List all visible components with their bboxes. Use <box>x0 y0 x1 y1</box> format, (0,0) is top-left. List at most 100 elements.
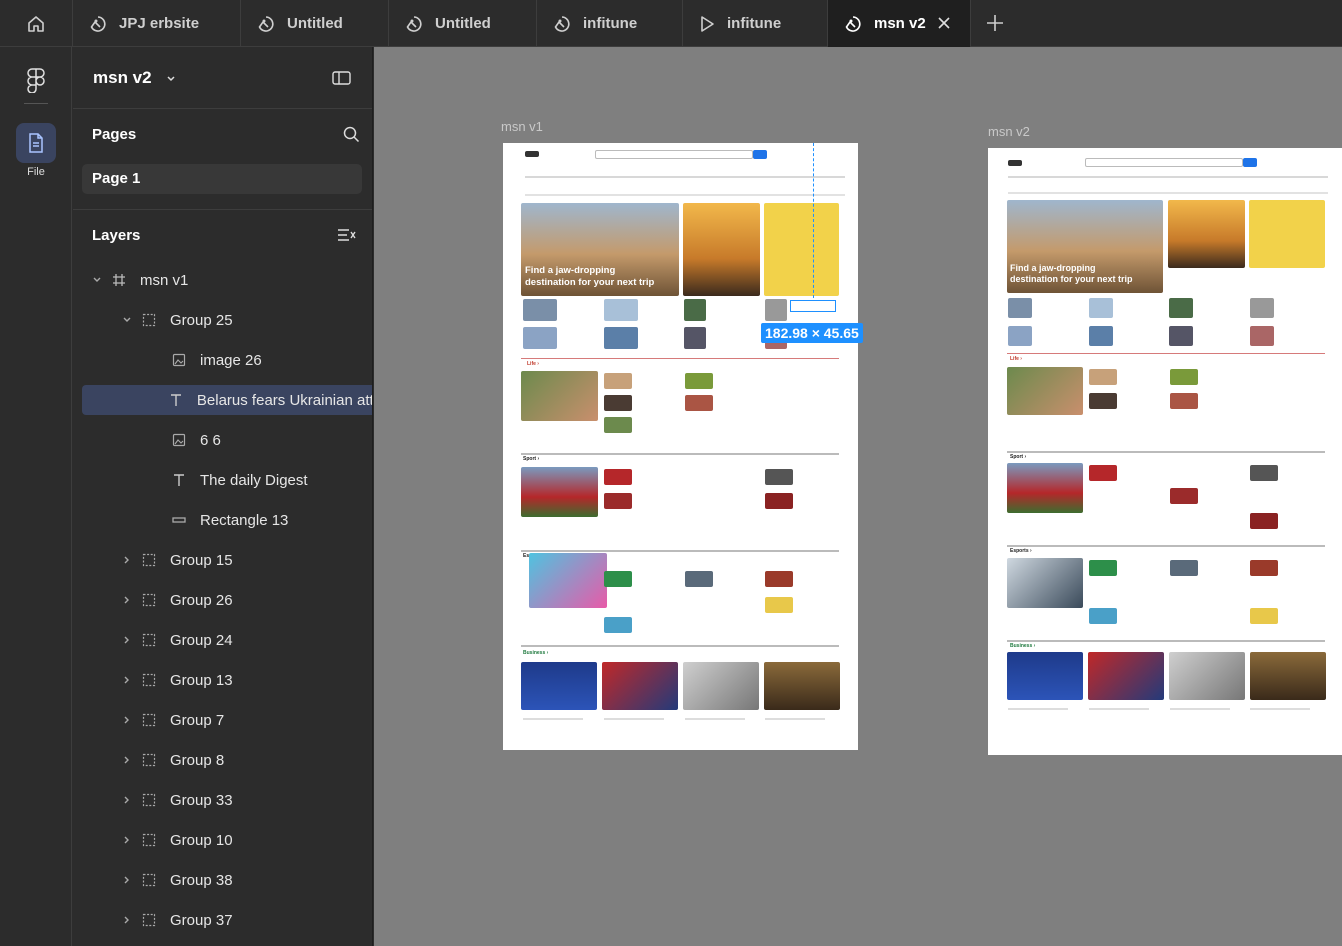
chevron-icon <box>150 433 164 447</box>
section-divider <box>521 358 839 359</box>
tab-2[interactable]: Untitled <box>241 0 389 47</box>
esports-image <box>529 553 607 608</box>
layer-item[interactable]: Group 38 <box>82 865 372 895</box>
layer-label: Rectangle 13 <box>200 511 289 529</box>
tab-6[interactable]: msn v2 <box>828 0 971 47</box>
home-icon <box>28 15 44 32</box>
business-image-3 <box>683 662 759 710</box>
sport-image <box>1007 463 1083 513</box>
frame-label-msn-v2[interactable]: msn v2 <box>988 124 1030 139</box>
layers-title: Layers <box>92 227 141 244</box>
chevron-right-icon[interactable] <box>120 913 134 927</box>
chevron-right-icon[interactable] <box>120 793 134 807</box>
layer-label: Group 7 <box>170 711 225 729</box>
search-icon[interactable] <box>343 126 360 143</box>
layer-item[interactable]: Group 15 <box>82 545 372 575</box>
layer-label: Group 24 <box>170 631 233 649</box>
measure-guide <box>813 143 814 298</box>
quick-links-row <box>1008 176 1328 178</box>
business-image-2 <box>602 662 678 710</box>
chevron-right-icon[interactable] <box>120 673 134 687</box>
search-bar <box>595 150 753 159</box>
rectangle-icon <box>172 513 186 527</box>
chevron-icon <box>150 393 161 407</box>
section-life-label: Life › <box>1010 356 1022 362</box>
group-icon <box>142 713 156 727</box>
text-icon <box>172 473 186 487</box>
project-title[interactable]: msn v2 <box>93 68 176 88</box>
layer-label: Group 26 <box>170 591 233 609</box>
figma-file-icon <box>554 15 570 32</box>
collapse-layers-icon[interactable] <box>337 227 357 243</box>
layer-item[interactable]: Belarus fears Ukrainian atta <box>82 385 372 415</box>
left-rail: File <box>0 47 72 946</box>
layer-item[interactable]: The daily Digest <box>82 465 372 495</box>
hero-caption-line1: Find a jaw-dropping <box>525 265 616 276</box>
layer-item[interactable]: msn v1 <box>82 265 372 295</box>
search-button <box>753 150 767 159</box>
figma-file-icon <box>406 15 422 32</box>
frame-label-msn-v1[interactable]: msn v1 <box>501 119 543 134</box>
group-icon <box>142 833 156 847</box>
layer-item[interactable]: Group 25 <box>82 305 372 335</box>
layer-item[interactable]: Rectangle 13 <box>82 505 372 535</box>
chevron-right-icon[interactable] <box>120 713 134 727</box>
tab-5[interactable]: infitune <box>683 0 828 47</box>
group-icon <box>142 673 156 687</box>
chevron-down-icon[interactable] <box>120 313 134 327</box>
layer-item[interactable]: Group 8 <box>82 745 372 775</box>
tab-3[interactable]: Untitled <box>389 0 537 47</box>
frame-msn-v1[interactable]: Find a jaw-dropping destination for your… <box>503 143 858 750</box>
chevron-right-icon[interactable] <box>120 873 134 887</box>
chevron-right-icon[interactable] <box>120 593 134 607</box>
layer-item[interactable]: Group 10 <box>82 825 372 855</box>
sidebar-toggle-icon[interactable] <box>332 70 352 86</box>
text-icon <box>169 393 183 407</box>
layer-label: Group 13 <box>170 671 233 689</box>
layer-item[interactable]: Group 37 <box>82 905 372 935</box>
section-divider <box>1007 451 1325 453</box>
tab-4[interactable]: infitune <box>537 0 683 47</box>
page-item-page-1[interactable]: Page 1 <box>82 164 362 194</box>
divider <box>73 209 372 210</box>
chevron-down-icon[interactable] <box>90 273 104 287</box>
file-button[interactable] <box>16 123 56 163</box>
business-image-2 <box>1088 652 1164 700</box>
home-button[interactable] <box>0 0 73 47</box>
layer-item[interactable]: Group 7 <box>82 705 372 735</box>
image-icon <box>172 353 186 367</box>
design-canvas[interactable]: msn v1 msn v2 Find a jaw-dropping destin… <box>374 47 1342 946</box>
chevron-icon <box>150 473 164 487</box>
layer-item[interactable]: Group 33 <box>82 785 372 815</box>
chevron-right-icon[interactable] <box>120 753 134 767</box>
tab-1[interactable]: JPJ erbsite <box>73 0 241 47</box>
file-icon <box>29 133 43 153</box>
figma-logo-icon[interactable] <box>26 67 46 93</box>
layer-item[interactable]: image 26 <box>82 345 372 375</box>
chevron-right-icon[interactable] <box>120 633 134 647</box>
selection-dimensions-badge: 182.98 × 45.65 <box>761 323 863 343</box>
group-icon <box>142 873 156 887</box>
close-icon[interactable] <box>934 13 954 33</box>
photographer-image <box>1168 200 1245 268</box>
layer-item[interactable]: Group 24 <box>82 625 372 655</box>
divider <box>73 108 372 109</box>
layer-label: 6 6 <box>200 431 221 449</box>
selection-box[interactable] <box>790 300 836 312</box>
chevron-right-icon[interactable] <box>120 833 134 847</box>
layers-panel: msn v2 Pages Page 1 Layers msn v1 Group 2… <box>73 47 373 946</box>
layer-label: Group 8 <box>170 751 225 769</box>
chevron-icon <box>150 353 164 367</box>
chevron-right-icon[interactable] <box>120 553 134 567</box>
section-divider <box>521 550 839 552</box>
group-icon <box>142 593 156 607</box>
new-tab-plus-icon[interactable] <box>984 12 1006 34</box>
life-image <box>521 371 598 421</box>
section-business-label: Business › <box>523 650 549 656</box>
business-image-1 <box>1007 652 1083 700</box>
layer-item[interactable]: Group 13 <box>82 665 372 695</box>
tab-label: infitune <box>727 15 782 32</box>
layer-item[interactable]: 6 6 <box>82 425 372 455</box>
layer-item[interactable]: Group 26 <box>82 585 372 615</box>
frame-msn-v2[interactable]: Find a jaw-dropping destination for your… <box>988 148 1342 755</box>
